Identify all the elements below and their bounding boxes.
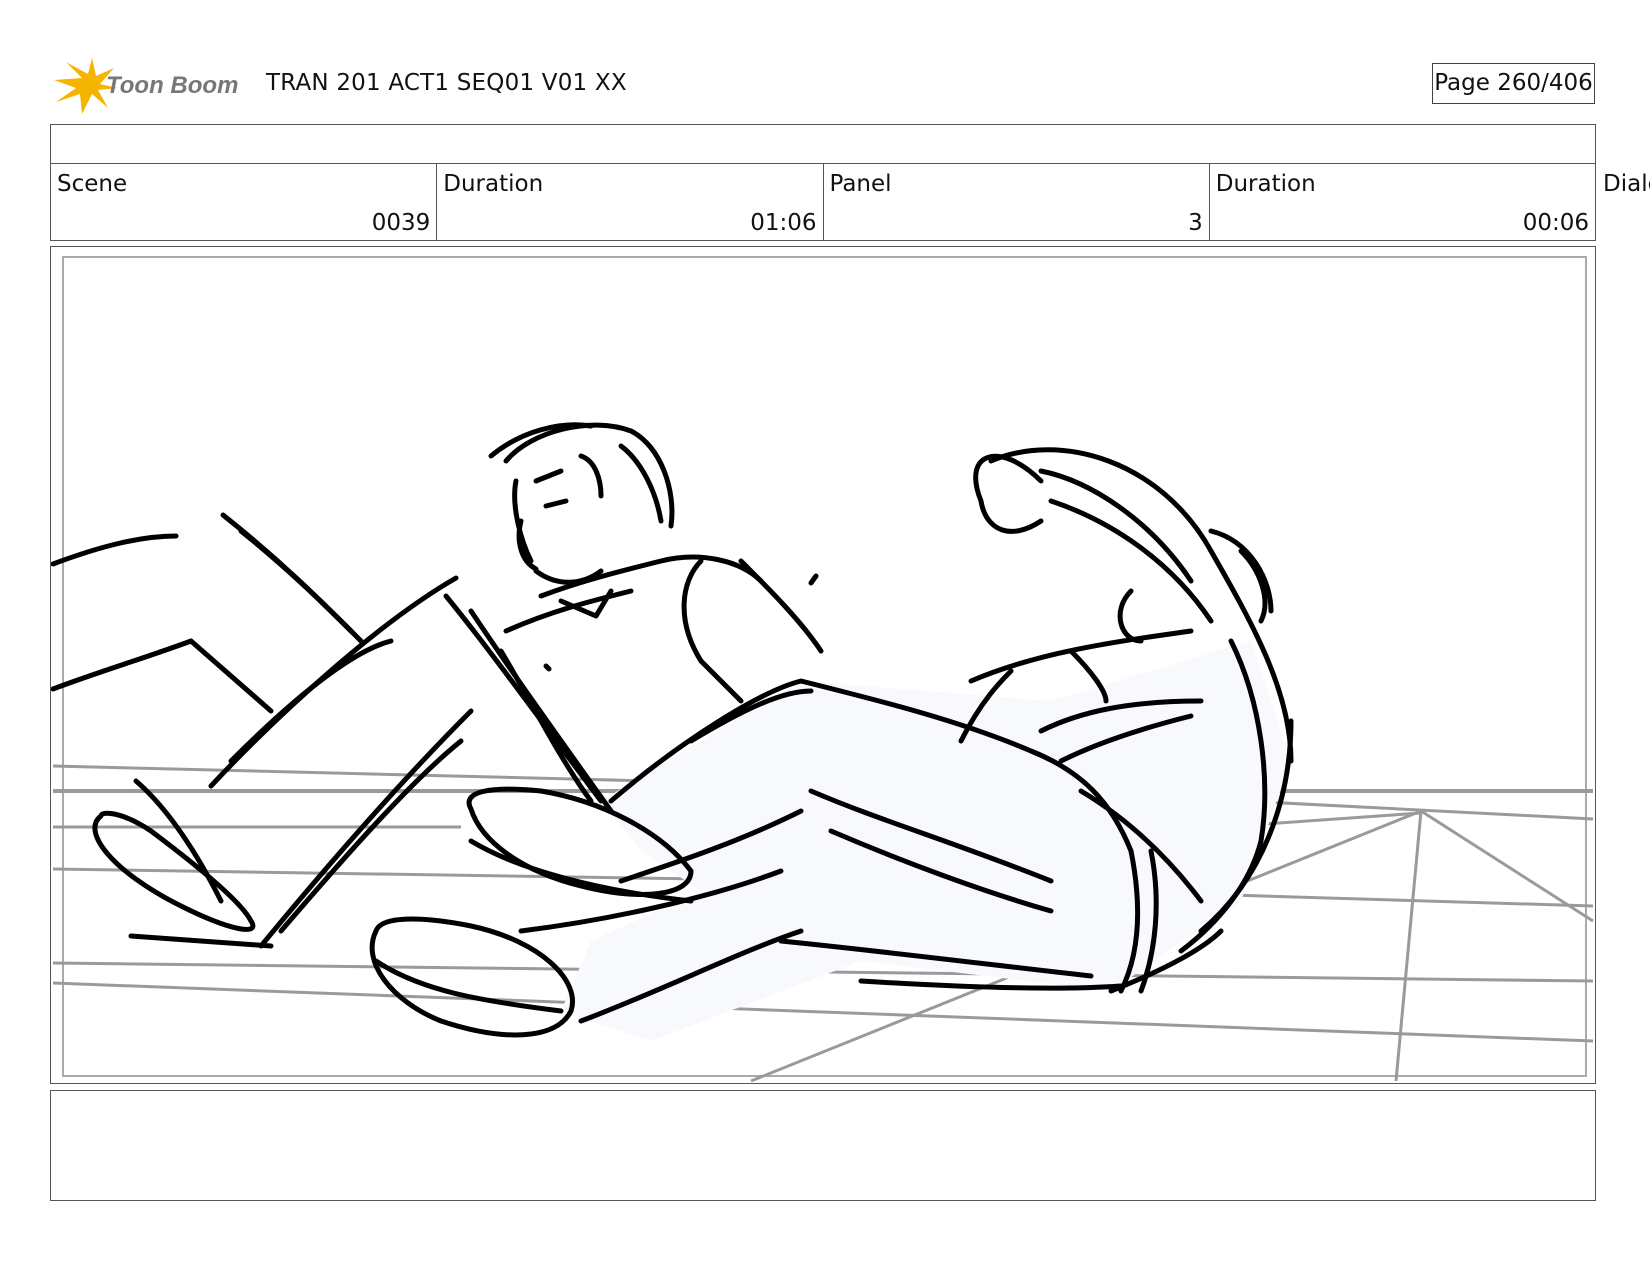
- page-indicator: Page 260/406: [1432, 63, 1595, 104]
- scene-value: 0039: [371, 210, 431, 236]
- panel-duration-label: Duration: [1215, 171, 1316, 197]
- panel-duration-value: 00:06: [1522, 210, 1589, 236]
- panel-label: Panel: [829, 171, 892, 197]
- storyboard-panel: [50, 246, 1596, 1084]
- panel-sketch: [51, 256, 1594, 1083]
- dialogue-label-cut: Dialo: [1603, 171, 1650, 197]
- toon-boom-logo: Toon Boom: [54, 58, 238, 114]
- header-strip: [50, 124, 1596, 164]
- info-row: Scene 0039 Duration 01:06 Panel 3 Durati…: [50, 163, 1596, 241]
- panel-duration-cell: Duration 00:06: [1210, 163, 1595, 240]
- logo-wordmark: Toon Boom: [106, 72, 238, 99]
- project-title: TRAN 201 ACT1 SEQ01 V01 XX: [266, 70, 627, 96]
- scene-duration-label: Duration: [443, 171, 544, 197]
- scene-cell: Scene 0039: [51, 163, 438, 240]
- scene-duration-value: 01:06: [750, 210, 817, 236]
- panel-value: 3: [1188, 210, 1203, 236]
- scene-label: Scene: [57, 171, 128, 197]
- dialogue-box: [50, 1090, 1596, 1201]
- panel-cell: Panel 3: [824, 163, 1210, 240]
- scene-duration-cell: Duration 01:06: [437, 163, 824, 240]
